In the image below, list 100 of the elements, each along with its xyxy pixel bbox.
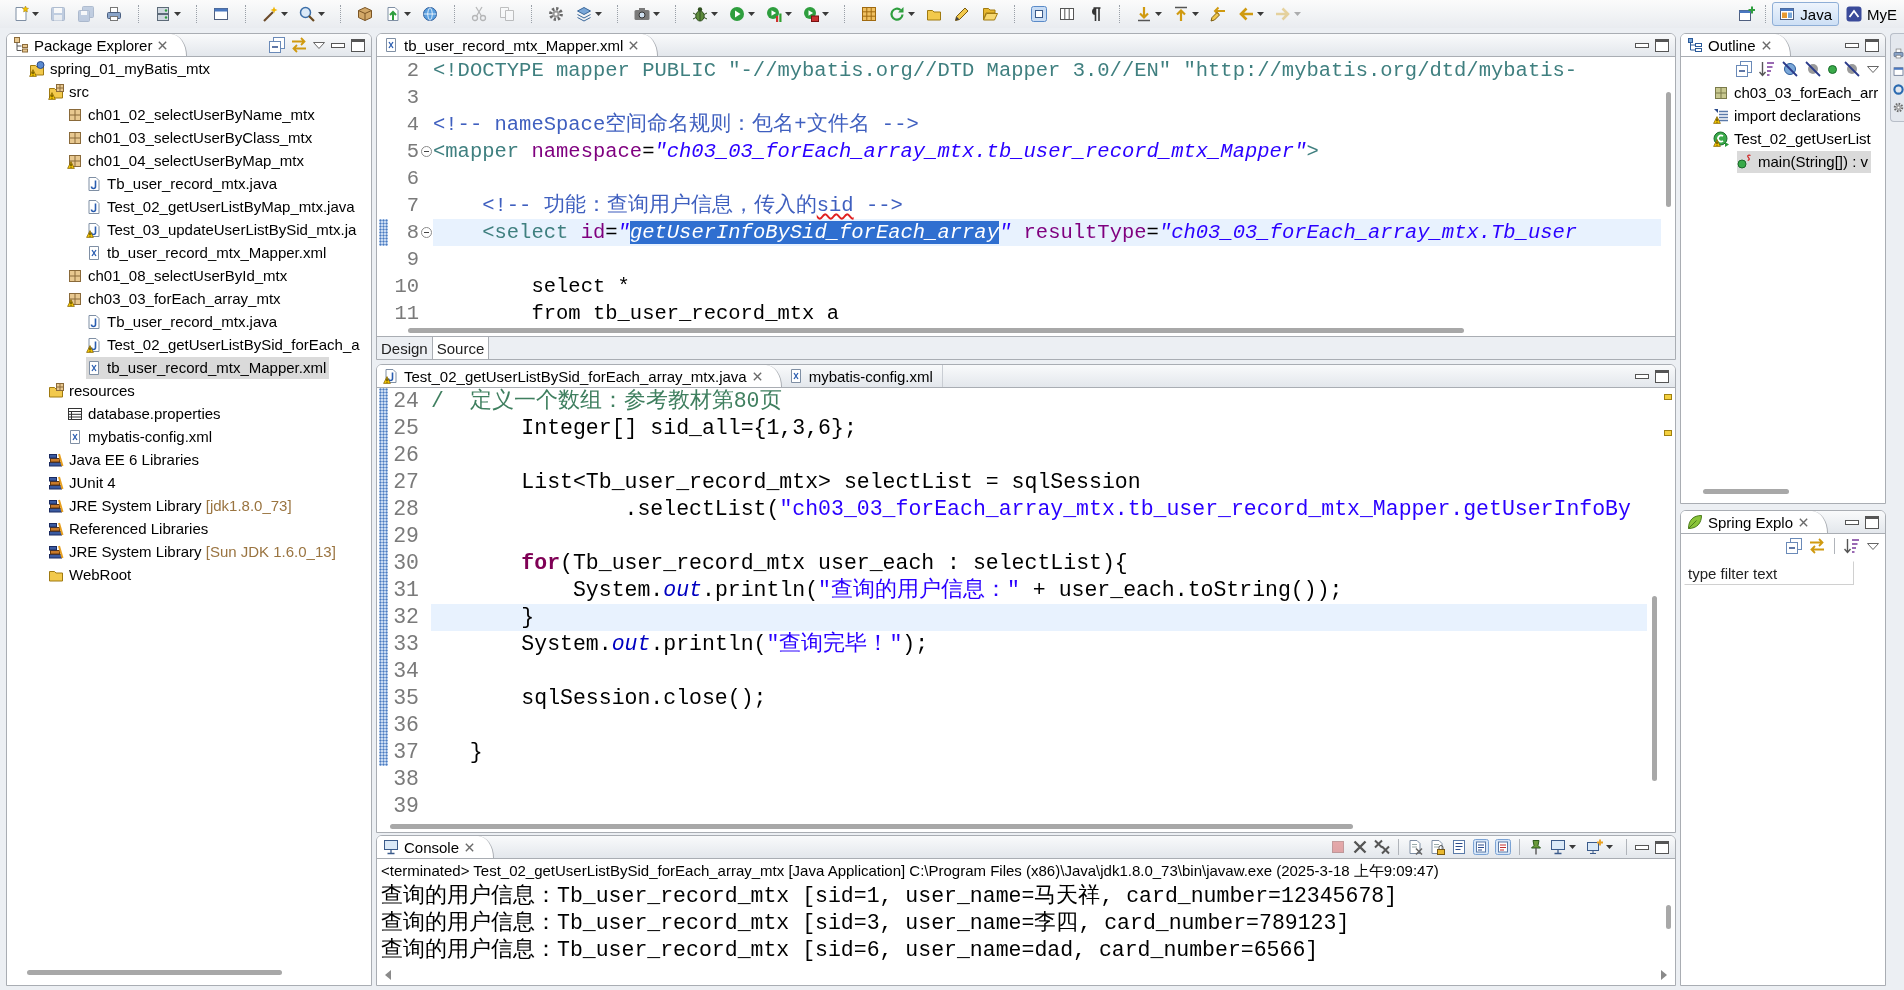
tree-item[interactable]: JUnit 4 — [48, 471, 119, 494]
scrollbar-thumb[interactable] — [1703, 488, 1789, 494]
page-lines-icon[interactable] — [1495, 839, 1511, 855]
tree-item[interactable]: Referenced Libraries — [48, 517, 212, 540]
crossed-circle-icon[interactable] — [1782, 61, 1798, 77]
dropdown-caret-icon[interactable] — [595, 12, 602, 16]
fold-icon[interactable] — [420, 146, 432, 157]
gear-icon[interactable] — [1893, 102, 1904, 113]
toolbox-play-icon[interactable] — [803, 6, 819, 22]
box-icon[interactable] — [357, 6, 373, 22]
grid-icon[interactable] — [861, 6, 877, 22]
editor-tab[interactable]: Test_02_getUserListBySid_forEach_array_mtx.java — [377, 365, 782, 387]
dropdown-caret-icon[interactable] — [908, 12, 915, 16]
tree-item[interactable]: resources — [48, 379, 138, 402]
tree-item[interactable]: Test_02_getUserListBySid_forEach_a — [86, 333, 363, 356]
cross-icon[interactable] — [1352, 839, 1368, 855]
printer-icon[interactable] — [1893, 48, 1904, 59]
monitor-icon[interactable] — [1550, 839, 1566, 855]
dot-icon[interactable] — [1828, 64, 1837, 74]
perspective-button[interactable]: MyE — [1839, 2, 1904, 26]
dropdown-caret-icon[interactable] — [1192, 12, 1199, 16]
dropdown-caret-icon[interactable] — [653, 12, 660, 16]
globe-icon[interactable] — [422, 6, 438, 22]
crossed-circle-icon[interactable] — [1844, 61, 1860, 77]
scrollbar-thumb[interactable] — [1651, 596, 1657, 781]
open-folder-icon[interactable] — [982, 6, 998, 22]
tree-item[interactable]: ch01_03_selectUserByClass_mtx — [67, 126, 316, 149]
ring-icon[interactable] — [1893, 84, 1904, 95]
arrow-up-icon[interactable] — [1173, 6, 1189, 22]
tree-item[interactable]: Test_02_getUserList — [1713, 127, 1874, 150]
minus-box-icon[interactable] — [1786, 538, 1802, 554]
maximize-icon[interactable] — [1865, 38, 1879, 52]
dropdown-caret-icon[interactable] — [404, 12, 411, 16]
close-icon[interactable] — [628, 39, 640, 51]
tree-item[interactable]: main(String[]) : v — [1737, 150, 1872, 173]
tree-item[interactable]: tb_user_record_mtx_Mapper.xml — [86, 356, 330, 379]
window-icon[interactable] — [213, 6, 229, 22]
dropdown-caret-icon[interactable] — [32, 12, 39, 16]
close-icon[interactable] — [1760, 39, 1772, 51]
filter-field[interactable]: type filter text — [1684, 561, 1854, 585]
editor-tab[interactable]: mybatis-config.xml — [781, 365, 943, 387]
monitor-plus-icon[interactable] — [1587, 839, 1603, 855]
maximize-icon[interactable] — [351, 38, 365, 52]
view-menu-icon[interactable] — [1867, 65, 1879, 73]
page-cross-icon[interactable] — [1407, 839, 1423, 855]
gear-icon[interactable] — [548, 6, 564, 22]
maximize-icon[interactable] — [1865, 515, 1879, 529]
perspective-button[interactable]: Java — [1772, 2, 1839, 26]
triangle-left-icon[interactable] — [385, 970, 391, 980]
crossed-circle-icon[interactable] — [1805, 61, 1821, 77]
columns-icon[interactable] — [1059, 6, 1075, 22]
close-icon[interactable] — [751, 370, 763, 382]
minimize-icon[interactable] — [331, 42, 345, 48]
dropdown-caret-icon[interactable] — [318, 12, 325, 16]
minimize-icon[interactable] — [1635, 373, 1649, 379]
tree-item[interactable]: tb_user_record_mtx_Mapper.xml — [86, 241, 330, 264]
view-tab[interactable]: Package Explorer — [7, 34, 188, 56]
fold-icon[interactable] — [420, 227, 432, 238]
arrow-down-icon[interactable] — [1136, 6, 1152, 22]
maximize-icon[interactable] — [1655, 38, 1669, 52]
close-icon[interactable] — [464, 841, 476, 853]
dropdown-caret-icon[interactable] — [1257, 12, 1264, 16]
minimize-icon[interactable] — [1635, 42, 1649, 48]
scrollbar-thumb[interactable] — [390, 823, 1353, 829]
tree-item[interactable]: ch03_03_forEach_array_mtx — [67, 287, 284, 310]
camera-icon[interactable] — [634, 6, 650, 22]
minus-box-icon[interactable] — [1736, 61, 1752, 77]
tree-item[interactable]: src — [48, 80, 92, 103]
view-tab[interactable]: Console — [377, 836, 495, 858]
dropdown-caret-icon[interactable] — [281, 12, 288, 16]
minimize-icon[interactable] — [1845, 519, 1859, 525]
page-lock-icon[interactable] — [1429, 839, 1445, 855]
pin-icon[interactable] — [1528, 839, 1544, 855]
pen-arrow-icon[interactable] — [1210, 6, 1226, 22]
tree-item[interactable]: ch01_04_selectUserByMap_mtx — [67, 149, 307, 172]
close-icon[interactable] — [1798, 516, 1810, 528]
tree-item[interactable]: JRE System Library [Sun JDK 1.6.0_13] — [48, 540, 339, 563]
tree-item[interactable]: Test_02_getUserListByMap_mtx.java — [86, 195, 358, 218]
view-tab[interactable]: Spring Explo — [1681, 511, 1829, 533]
editor-tab[interactable]: tb_user_record_mtx_Mapper.xml — [377, 34, 659, 56]
minimize-icon[interactable] — [1635, 844, 1649, 850]
dropdown-caret-icon[interactable] — [822, 12, 829, 16]
framed-square-icon[interactable] — [1031, 6, 1047, 22]
tree-item[interactable]: ch03_03_forEach_arr — [1713, 81, 1882, 104]
window-icon[interactable] — [1893, 66, 1904, 77]
layers-icon[interactable] — [576, 6, 592, 22]
tree-item[interactable]: Test_03_updateUserListBySid_mtx.ja — [86, 218, 360, 241]
sort-icon[interactable] — [1844, 538, 1860, 554]
dropdown-caret-icon[interactable] — [711, 12, 718, 16]
search-icon[interactable] — [299, 6, 315, 22]
printer-icon[interactable] — [106, 6, 122, 22]
window-plus-icon[interactable] — [1739, 6, 1756, 22]
tree-item[interactable]: spring_01_myBatis_mtx — [29, 57, 214, 80]
dropdown-caret-icon[interactable] — [1606, 845, 1613, 849]
page-lines-icon[interactable] — [1451, 839, 1467, 855]
view-menu-icon[interactable] — [1867, 542, 1879, 550]
tree-item[interactable]: ch01_08_selectUserById_mtx — [67, 264, 291, 287]
triangle-right-icon[interactable] — [1661, 970, 1667, 980]
dropdown-caret-icon[interactable] — [174, 12, 181, 16]
tree-item[interactable]: Java EE 6 Libraries — [48, 448, 203, 471]
